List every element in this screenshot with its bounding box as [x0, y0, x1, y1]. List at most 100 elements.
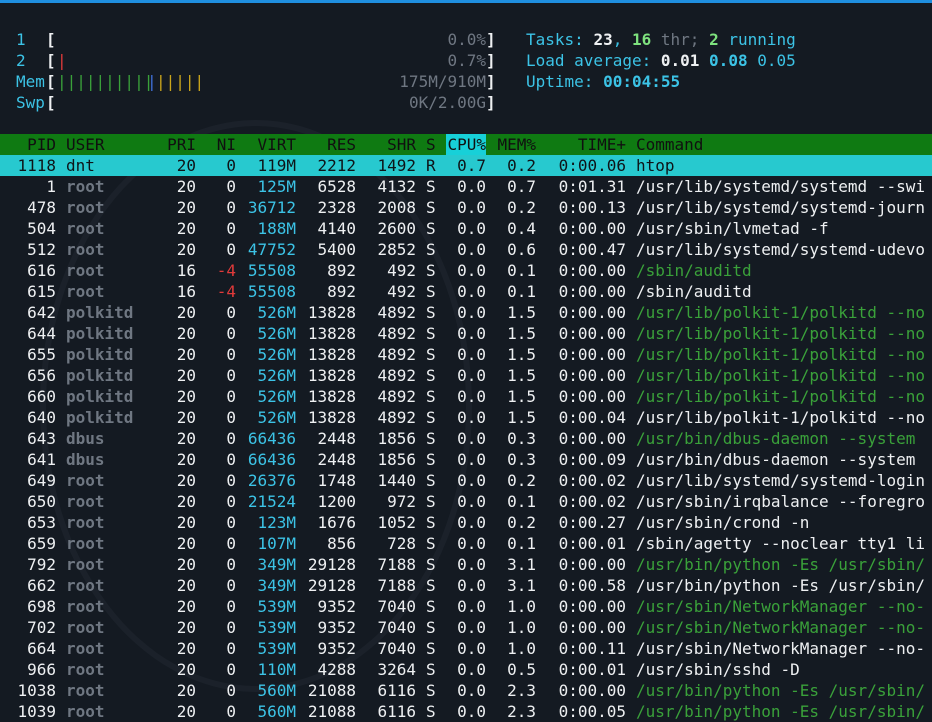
process-row[interactable]: 649 root 20 0 26376 1748 1440 S 0.0 0.2 0:00.02/us…	[0, 470, 932, 491]
column-header-virt[interactable]: VIRT	[236, 134, 296, 155]
process-row[interactable]: 642 polkitd 20 0 526M 13828 4892 S 0.0 1.5 0:00.00…	[0, 302, 932, 323]
process-row[interactable]: 504 root 20 0 188M 4140 2600 S 0.0 0.4 0:00.00/usr…	[0, 218, 932, 239]
column-header-mem[interactable]: MEM%	[486, 134, 536, 155]
virt-cell: 539M	[257, 639, 296, 658]
command-cell: /usr/bin/python -Es /usr/sbin/	[636, 681, 925, 700]
process-row[interactable]: 650 root 20 0 21524 1200 972 S 0.0 0.1 0:00.02/usr…	[0, 491, 932, 512]
time-cell: 0:00.00	[558, 366, 626, 385]
state-cell: S	[426, 450, 436, 469]
process-row[interactable]: 656 polkitd 20 0 526M 13828 4892 S 0.0 1.5 0:00.00…	[0, 365, 932, 386]
column-header-state[interactable]: S	[426, 134, 436, 155]
user-cell: root	[66, 177, 105, 196]
shr-cell: 2852	[377, 240, 416, 259]
res-cell: 21088	[307, 681, 356, 700]
virt-cell: 119M	[257, 156, 296, 175]
virt-cell: 26376	[247, 471, 296, 490]
column-header-pri[interactable]: PRI	[156, 134, 196, 155]
process-row[interactable]: 512 root 20 0 47752 5400 2852 S 0.0 0.6 0:00.47/us…	[0, 239, 932, 260]
process-row[interactable]: 698 root 20 0 539M 9352 7040 S 0.0 1.0 0:00.00/usr…	[0, 596, 932, 617]
state-cell: S	[426, 177, 436, 196]
column-header-res[interactable]: RES	[296, 134, 356, 155]
command-cell: /usr/sbin/irqbalance --foregro	[636, 492, 925, 511]
process-row[interactable]: 643 dbus 20 0 66436 2448 1856 S 0.0 0.3 0:00.00/us…	[0, 428, 932, 449]
nice-cell: 0	[226, 534, 236, 553]
column-header-user[interactable]: USER	[66, 134, 105, 155]
column-header-time[interactable]: TIME+	[536, 134, 626, 155]
shr-cell: 1856	[377, 429, 416, 448]
process-row[interactable]: 616 root 16 -4 55508 892 492 S 0.0 0.1 0:00.00/sbi…	[0, 260, 932, 281]
process-row[interactable]: 659 root 20 0 107M 856 728 S 0.0 0.1 0:00.01/sbin/…	[0, 533, 932, 554]
nice-cell: 0	[226, 576, 236, 595]
cpu-cell: 0.0	[457, 534, 486, 553]
nice-cell: 0	[226, 240, 236, 259]
cpu-cell: 0.0	[457, 681, 486, 700]
time-cell: 0:00.00	[558, 387, 626, 406]
process-row[interactable]: 660 polkitd 20 0 526M 13828 4892 S 0.0 1.5 0:00.00…	[0, 386, 932, 407]
mem-cell: 1.0	[507, 597, 536, 616]
mem-cell: 1.5	[507, 345, 536, 364]
shr-cell: 3264	[377, 660, 416, 679]
column-header-command[interactable]: Command	[636, 134, 703, 155]
column-header-pid[interactable]: PID	[0, 134, 56, 155]
time-cell: 0:01.31	[558, 177, 626, 196]
virt-cell: 21524	[247, 492, 296, 511]
process-row[interactable]: 664 root 20 0 539M 9352 7040 S 0.0 1.0 0:00.11/usr…	[0, 638, 932, 659]
column-header-ni[interactable]: NI	[196, 134, 236, 155]
time-cell: 0:00.47	[558, 240, 626, 259]
pid-cell: 615	[27, 282, 56, 301]
user-cell: dbus	[66, 450, 105, 469]
cpu-meter-percent: 0.0%	[447, 30, 486, 49]
process-row[interactable]: 655 polkitd 20 0 526M 13828 4892 S 0.0 1.5 0:00.00…	[0, 344, 932, 365]
state-cell: S	[426, 429, 436, 448]
cpu-cell: 0.0	[457, 555, 486, 574]
res-cell: 4140	[317, 219, 356, 238]
column-header-cpu-sorted[interactable]: CPU%	[446, 134, 486, 155]
process-row[interactable]: 615 root 16 -4 55508 892 492 S 0.0 0.1 0:00.00/sbi…	[0, 281, 932, 302]
user-cell: root	[66, 597, 105, 616]
priority-cell: 20	[176, 618, 196, 637]
cpu-cell: 0.0	[457, 366, 486, 385]
priority-cell: 20	[176, 492, 196, 511]
res-cell: 9352	[317, 597, 356, 616]
nice-cell: 0	[226, 303, 236, 322]
process-row[interactable]: 702 root 20 0 539M 9352 7040 S 0.0 1.0 0:00.00/usr…	[0, 617, 932, 638]
pid-cell: 1118	[17, 156, 56, 175]
process-row[interactable]: 1039 root 20 0 560M 21088 6116 S 0.0 2.3 0:00.05/u…	[0, 701, 932, 722]
shr-cell: 1492	[377, 156, 416, 175]
shr-cell: 7040	[377, 639, 416, 658]
process-row[interactable]: 640 polkitd 20 0 526M 13828 4892 S 0.0 1.5 0:00.04…	[0, 407, 932, 428]
shr-cell: 4892	[377, 366, 416, 385]
memory-bar-cache: |||||	[156, 72, 205, 91]
res-cell: 2448	[317, 429, 356, 448]
command-cell: /sbin/auditd	[636, 282, 752, 301]
virt-cell: 66436	[247, 429, 296, 448]
process-row[interactable]: 641 dbus 20 0 66436 2448 1856 S 0.0 0.3 0:00.09/us…	[0, 449, 932, 470]
nice-cell: -4	[216, 261, 236, 280]
priority-cell: 20	[176, 387, 196, 406]
shr-cell: 7188	[377, 555, 416, 574]
shr-cell: 4892	[377, 408, 416, 427]
process-row[interactable]: 1038 root 20 0 560M 21088 6116 S 0.0 2.3 0:00.00/u…	[0, 680, 932, 701]
mem-cell: 1.0	[507, 618, 536, 637]
process-row[interactable]: 966 root 20 0 110M 4288 3264 S 0.0 0.5 0:00.01/usr…	[0, 659, 932, 680]
column-header-shr[interactable]: SHR	[356, 134, 416, 155]
pid-cell: 512	[27, 240, 56, 259]
pid-cell: 640	[27, 408, 56, 427]
res-cell: 9352	[317, 618, 356, 637]
time-cell: 0:00.58	[558, 576, 626, 595]
process-row[interactable]: 653 root 20 0 123M 1676 1052 S 0.0 0.2 0:00.27/usr…	[0, 512, 932, 533]
res-cell: 13828	[307, 408, 356, 427]
process-row-selected[interactable]: 1118 dnt 20 0 119M 2212 1492 R 0.7 0.2 0:00.06 htop	[0, 155, 932, 176]
shr-cell: 492	[387, 261, 416, 280]
virt-cell: 560M	[257, 702, 296, 721]
process-row[interactable]: 1 root 20 0 125M 6528 4132 S 0.0 0.7 0:01.31/usr/l…	[0, 176, 932, 197]
process-row[interactable]: 662 root 20 0 349M 29128 7188 S 0.0 3.1 0:00.58/us…	[0, 575, 932, 596]
res-cell: 21088	[307, 702, 356, 721]
virt-cell: 110M	[257, 660, 296, 679]
virt-cell: 66436	[247, 450, 296, 469]
process-row[interactable]: 478 root 20 0 36712 2328 2008 S 0.0 0.2 0:00.13/us…	[0, 197, 932, 218]
cpu-cell: 0.0	[457, 303, 486, 322]
process-row[interactable]: 792 root 20 0 349M 29128 7188 S 0.0 3.1 0:00.00/us…	[0, 554, 932, 575]
uptime-label: Uptime:	[526, 72, 594, 91]
process-row[interactable]: 644 polkitd 20 0 526M 13828 4892 S 0.0 1.5 0:00.00…	[0, 323, 932, 344]
